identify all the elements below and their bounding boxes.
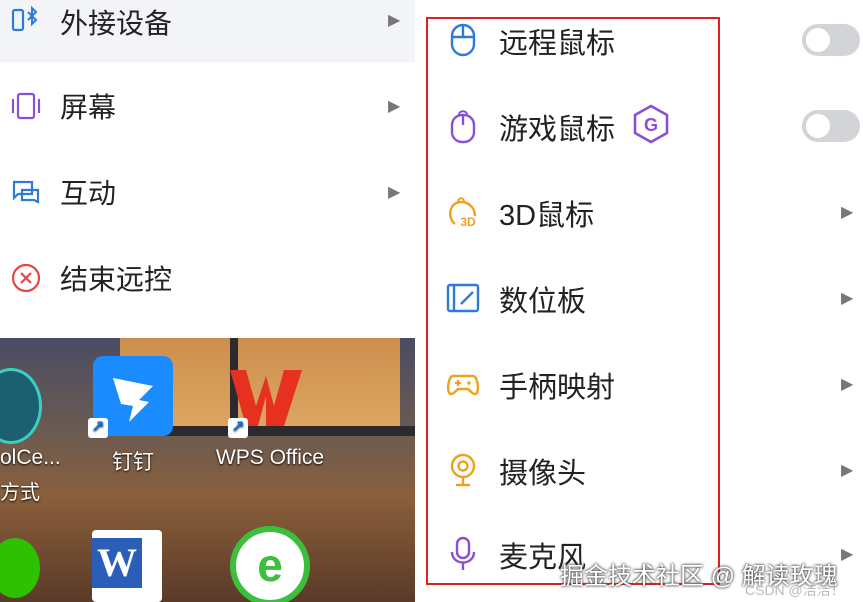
menu-item-label: 互动 — [60, 178, 117, 209]
remote-mouse-toggle[interactable] — [802, 24, 860, 56]
browser-icon[interactable]: e — [230, 526, 310, 602]
chevron-right-icon: ▶ — [841, 546, 854, 563]
chevron-right-icon: ▶ — [841, 376, 854, 393]
desktop-icon-sublabel: 方式 — [0, 482, 40, 504]
toggle-knob — [806, 28, 830, 52]
screen-icon — [11, 92, 41, 120]
desktop-icon-label: 钉钉 — [112, 451, 154, 474]
credit: CSDN @洁洁！ — [745, 582, 845, 598]
desktop-icon-label-text: olCe... — [0, 446, 61, 469]
shortcut-arrow-icon: ↗ — [88, 418, 108, 438]
camera-icon — [450, 453, 476, 487]
submenu-item-label: 手柄映射 — [499, 372, 616, 404]
end-remote-icon — [11, 263, 41, 293]
desktop-icon-label: WPS Office — [215, 446, 325, 469]
menu-item-label: 结束远控 — [60, 264, 173, 295]
toggle-knob — [806, 114, 830, 138]
chevron-right-icon: ▶ — [841, 462, 854, 479]
menu-item-label: 外接设备 — [60, 8, 173, 39]
tablet-icon — [446, 283, 480, 313]
word-icon[interactable]: W — [92, 530, 162, 602]
submenu-item-label: 远程鼠标 — [499, 28, 616, 60]
chevron-right-icon: ▶ — [388, 12, 401, 29]
external-devices-submenu: 远程鼠标 游戏鼠标 G 3D 3D鼠标 ▶ 数位板 ▶ 手柄映射 ▶ 摄像头 ▶… — [415, 0, 863, 602]
chevron-right-icon: ▶ — [841, 204, 854, 221]
wechat-icon[interactable] — [0, 538, 40, 598]
menu-item-end-remote[interactable]: 结束远控 — [0, 238, 415, 318]
gaming-mouse-icon — [450, 110, 476, 144]
chevron-right-icon: ▶ — [841, 290, 854, 307]
interaction-icon — [12, 180, 40, 204]
shortcut-arrow-icon: ↗ — [228, 418, 248, 438]
menu-item-screen[interactable]: 屏幕 ▶ — [0, 66, 415, 146]
remote-control-menu: 外接设备 ▶ 屏幕 ▶ 互动 ▶ 结束远控 — [0, 0, 415, 338]
submenu-item-tablet[interactable]: 数位板 ▶ — [415, 254, 863, 340]
svg-text:3D: 3D — [460, 215, 476, 229]
submenu-item-3d-mouse[interactable]: 3D 3D鼠标 ▶ — [415, 168, 863, 254]
external-device-icon — [11, 5, 38, 32]
chevron-right-icon: ▶ — [388, 184, 401, 201]
g-badge-icon: G — [633, 104, 669, 144]
submenu-item-remote-mouse[interactable]: 远程鼠标 — [415, 0, 863, 82]
menu-item-external-devices[interactable]: 外接设备 ▶ — [0, 0, 415, 62]
desktop-background: olCe... 方式 ↗ 钉钉 ↗ WPS Office W e — [0, 338, 415, 602]
gamepad-icon — [446, 374, 480, 396]
mouse-icon — [450, 23, 476, 57]
menu-item-interaction[interactable]: 互动 ▶ — [0, 152, 415, 232]
submenu-item-gamepad-mapping[interactable]: 手柄映射 ▶ — [415, 340, 863, 426]
svg-text:G: G — [644, 115, 658, 135]
submenu-item-label: 摄像头 — [499, 458, 587, 490]
menu-item-label: 屏幕 — [60, 92, 117, 123]
3d-mouse-icon: 3D — [449, 197, 477, 229]
submenu-item-label: 游戏鼠标 — [499, 114, 616, 146]
desktop-icon-label: olCe... 方式 — [0, 446, 61, 505]
app-icon — [0, 368, 42, 444]
submenu-item-camera[interactable]: 摄像头 ▶ — [415, 426, 863, 512]
submenu-item-label: 3D鼠标 — [499, 200, 595, 232]
submenu-item-gaming-mouse[interactable]: 游戏鼠标 G — [415, 82, 863, 168]
submenu-item-label: 数位板 — [499, 286, 587, 318]
chevron-right-icon: ▶ — [388, 98, 401, 115]
gaming-mouse-toggle[interactable] — [802, 110, 860, 142]
microphone-icon — [450, 536, 476, 570]
